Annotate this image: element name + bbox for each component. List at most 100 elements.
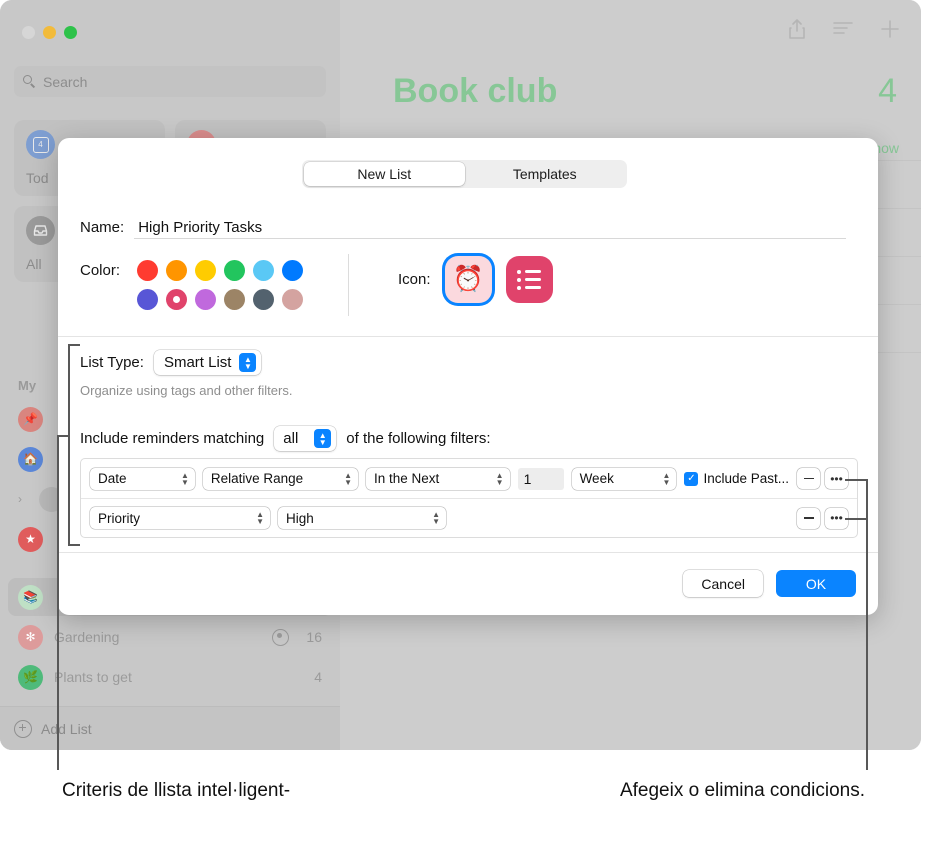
match-row: Include reminders matching all ▲ ▼ of the…	[80, 426, 491, 451]
name-label: Name:	[80, 219, 125, 236]
color-swatch-brown[interactable]	[220, 285, 249, 314]
search-icon	[23, 75, 36, 88]
dialog-tab-bar: New List Templates	[302, 160, 627, 188]
tab-new-list[interactable]: New List	[304, 162, 465, 186]
callout-left-stub	[58, 435, 69, 437]
ok-button[interactable]: OK	[776, 570, 856, 597]
leaf-icon: 🌿	[18, 664, 43, 690]
color-swatch-rose[interactable]	[278, 285, 307, 314]
list-type-value: Smart List	[163, 354, 232, 371]
match-prefix-label: Include reminders matching	[80, 430, 265, 447]
chevron-updown-icon: ▲ ▼	[662, 470, 671, 487]
today-count: 4	[32, 136, 49, 153]
list-type-hint: Organize using tags and other filters.	[80, 383, 293, 398]
filter-mode-value: Relative Range	[210, 471, 304, 486]
list-view-icon[interactable]	[832, 20, 854, 43]
callout-right-stub-top	[845, 479, 867, 481]
filter-unit-value: Week	[579, 471, 614, 486]
filter-row-date: Date ▲ ▼ Relative Range ▲ ▼ In the Next ▲ ▼…	[81, 459, 857, 498]
filter-field-value: Priority	[98, 510, 141, 526]
filter-unit-select[interactable]: Week ▲ ▼	[571, 467, 677, 490]
color-swatch-pink-selected[interactable]	[162, 285, 191, 314]
color-swatch-lightblue[interactable]	[249, 256, 278, 285]
add-list-button[interactable]: Add List	[0, 706, 340, 750]
filter-row-actions: •••	[797, 507, 848, 529]
color-swatch-indigo[interactable]	[133, 285, 162, 314]
callout-right-stub-bottom	[845, 518, 867, 520]
color-row: Color:	[80, 256, 307, 314]
add-list-label: Add List	[41, 720, 92, 737]
match-mode-select[interactable]: all ▲ ▼	[274, 426, 337, 451]
list-item-label: Gardening	[54, 629, 120, 645]
caption-left: Criteris de llista intel·ligent-	[62, 780, 291, 801]
color-swatch-purple[interactable]	[191, 285, 220, 314]
list-bullets-icon[interactable]	[505, 256, 553, 303]
remove-condition-button[interactable]	[797, 468, 820, 489]
list-type-select[interactable]: Smart List ▲ ▼	[153, 350, 262, 375]
books-icon: 📚	[18, 584, 43, 610]
color-swatch-red[interactable]	[133, 256, 162, 285]
filter-row-actions: •••	[797, 468, 848, 489]
match-mode-value: all	[283, 430, 299, 447]
filter-field-select[interactable]: Date ▲ ▼	[90, 467, 195, 490]
chevron-updown-icon: ▲ ▼	[239, 353, 257, 372]
icon-row: Icon: ⏰	[398, 256, 553, 303]
color-swatch-blue[interactable]	[278, 256, 307, 285]
alarm-clock-icon[interactable]: ⏰	[444, 256, 492, 303]
caption-right: Afegeix o elimina condicions.	[619, 780, 865, 801]
filter-value-text: High	[286, 510, 314, 526]
add-reminder-icon[interactable]	[879, 18, 901, 45]
divider	[58, 336, 878, 337]
color-swatch-green[interactable]	[220, 256, 249, 285]
plus-circle-icon	[14, 719, 32, 738]
content-toolbar	[787, 18, 901, 45]
divider	[58, 552, 878, 553]
filters-container: Date ▲ ▼ Relative Range ▲ ▼ In the Next ▲ ▼…	[80, 458, 858, 538]
list-item-count: 4	[314, 669, 322, 685]
tab-templates[interactable]: Templates	[465, 162, 626, 186]
color-swatch-grid	[133, 256, 307, 314]
tray-icon	[26, 216, 55, 245]
my-lists-header: My	[18, 378, 37, 393]
chevron-right-icon[interactable]: ›	[18, 492, 28, 506]
close-button[interactable]	[22, 26, 35, 39]
smart-tile-label: All	[26, 256, 42, 272]
chevron-updown-icon: ▲ ▼	[495, 470, 504, 487]
dialog-buttons: Cancel OK	[683, 570, 856, 597]
minimize-button[interactable]	[43, 26, 56, 39]
filter-value-select[interactable]: High ▲ ▼	[278, 507, 446, 529]
filter-mode-select[interactable]: Relative Range ▲ ▼	[202, 467, 359, 490]
filter-relation-select[interactable]: In the Next ▲ ▼	[366, 467, 510, 490]
search-input[interactable]: Search	[14, 66, 326, 97]
calendar-icon: 4	[26, 130, 55, 159]
home-icon: 🏠	[18, 446, 43, 472]
callout-right-leader	[866, 479, 868, 770]
chevron-updown-icon: ▲ ▼	[314, 429, 332, 448]
smart-tile-label: Tod	[26, 170, 49, 186]
filter-field-select[interactable]: Priority ▲ ▼	[90, 507, 270, 529]
color-label: Color:	[80, 262, 121, 279]
remove-condition-button[interactable]	[797, 507, 820, 529]
share-icon[interactable]	[787, 18, 807, 45]
chevron-updown-icon: ▲ ▼	[256, 510, 264, 526]
match-suffix-label: of the following filters:	[346, 430, 491, 447]
include-past-checkbox[interactable]: ✓ Include Past...	[684, 471, 789, 486]
filter-amount-input[interactable]	[517, 467, 564, 490]
color-swatch-yellow[interactable]	[191, 256, 220, 285]
chevron-updown-icon: ▲ ▼	[344, 470, 353, 487]
pin-icon: 📌	[18, 406, 43, 432]
list-item-label: Plants to get	[54, 669, 132, 685]
flower-icon: ✻	[18, 624, 43, 650]
filter-relation-value: In the Next	[374, 471, 440, 486]
icon-label: Icon:	[398, 271, 431, 288]
color-swatch-slate[interactable]	[249, 285, 278, 314]
callout-bracket-left-vertical	[68, 344, 70, 546]
color-swatch-orange[interactable]	[162, 256, 191, 285]
chevron-updown-icon: ▲ ▼	[432, 510, 440, 526]
list-name-input[interactable]	[134, 216, 847, 239]
cancel-button[interactable]: Cancel	[683, 570, 763, 597]
zoom-button[interactable]	[64, 26, 77, 39]
shared-list-icon	[272, 628, 290, 646]
window-controls	[22, 26, 77, 39]
include-past-label: Include Past...	[703, 471, 789, 486]
